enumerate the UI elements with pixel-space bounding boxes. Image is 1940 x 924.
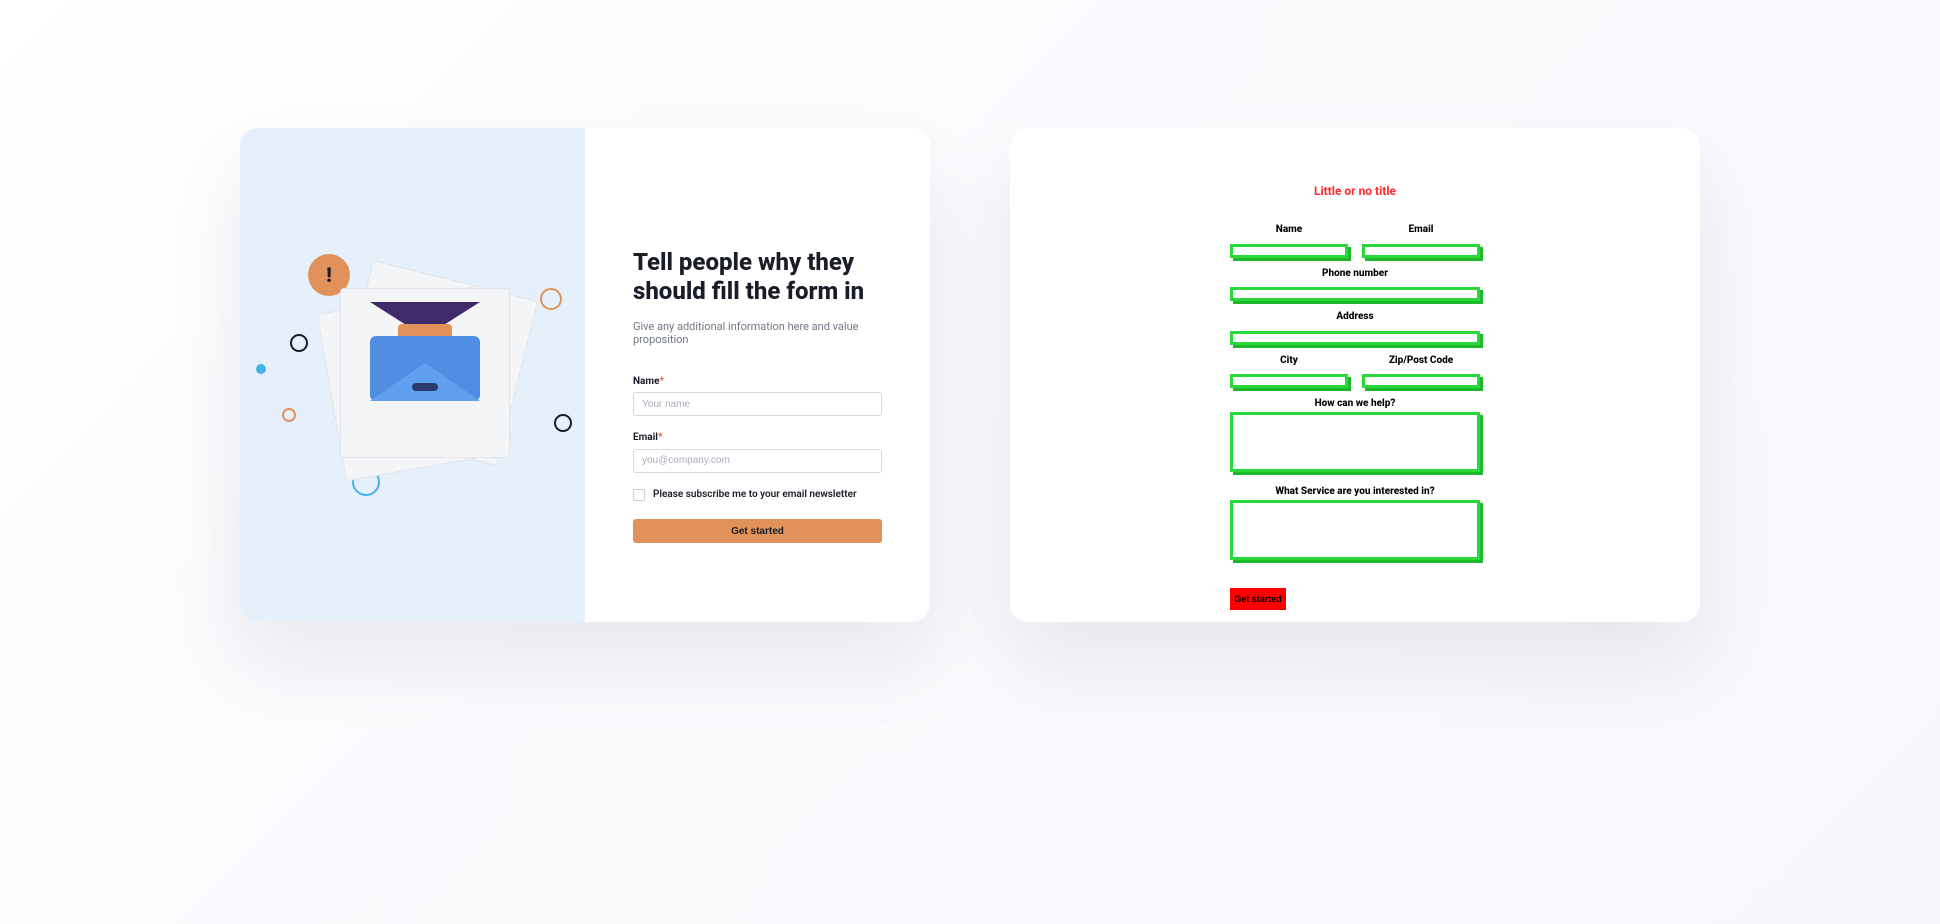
email-label-text: Email <box>633 432 658 443</box>
good-form-card: ! Tell people why they should fill the f… <box>240 128 930 622</box>
email-input[interactable] <box>633 449 882 473</box>
name-label: Name* <box>633 376 882 387</box>
required-marker: * <box>659 376 664 387</box>
bad-zip-input[interactable] <box>1362 374 1480 388</box>
good-form-subheading: Give any additional information here and… <box>633 320 882 346</box>
bad-zip-label: Zip/Post Code <box>1362 355 1480 366</box>
bad-address-input[interactable] <box>1230 331 1480 345</box>
subscribe-checkbox[interactable] <box>633 489 645 501</box>
bad-phone-label: Phone number <box>1230 268 1480 279</box>
name-label-text: Name <box>633 376 659 387</box>
bad-service-textarea[interactable] <box>1230 500 1480 560</box>
bad-email-label: Email <box>1362 224 1480 235</box>
good-form-heading: Tell people why they should fill the for… <box>633 248 882 306</box>
bad-email-input[interactable] <box>1362 244 1480 258</box>
required-marker-2: * <box>658 432 663 443</box>
bad-help-label: How can we help? <box>1230 398 1480 409</box>
subscribe-label: Please subscribe me to your email newsle… <box>653 489 857 500</box>
ring-orange-tiny-icon <box>282 408 296 422</box>
ring-dark-icon <box>290 334 308 352</box>
bad-form-card: Little or no title Name Email Phone numb… <box>1010 128 1700 622</box>
bad-city-label: City <box>1230 355 1348 366</box>
bad-form-title: Little or no title <box>1230 184 1480 198</box>
ring-dark-2-icon <box>554 414 572 432</box>
dot-blue-icon <box>256 364 266 374</box>
bad-help-textarea[interactable] <box>1230 412 1480 472</box>
get-started-button[interactable]: Get started <box>633 519 882 543</box>
bad-address-label: Address <box>1230 311 1480 322</box>
email-label: Email* <box>633 432 882 443</box>
bad-get-started-button[interactable]: Get started <box>1230 588 1286 610</box>
bad-phone-input[interactable] <box>1230 287 1480 301</box>
envelope-illustration: ! <box>240 128 585 622</box>
name-input[interactable] <box>633 392 882 416</box>
bad-name-label: Name <box>1230 224 1348 235</box>
good-form-pane: Tell people why they should fill the for… <box>585 128 930 622</box>
bad-city-input[interactable] <box>1230 374 1348 388</box>
bad-name-input[interactable] <box>1230 244 1348 258</box>
ring-orange-small-icon <box>540 288 562 310</box>
bad-service-label: What Service are you interested in? <box>1230 486 1480 497</box>
